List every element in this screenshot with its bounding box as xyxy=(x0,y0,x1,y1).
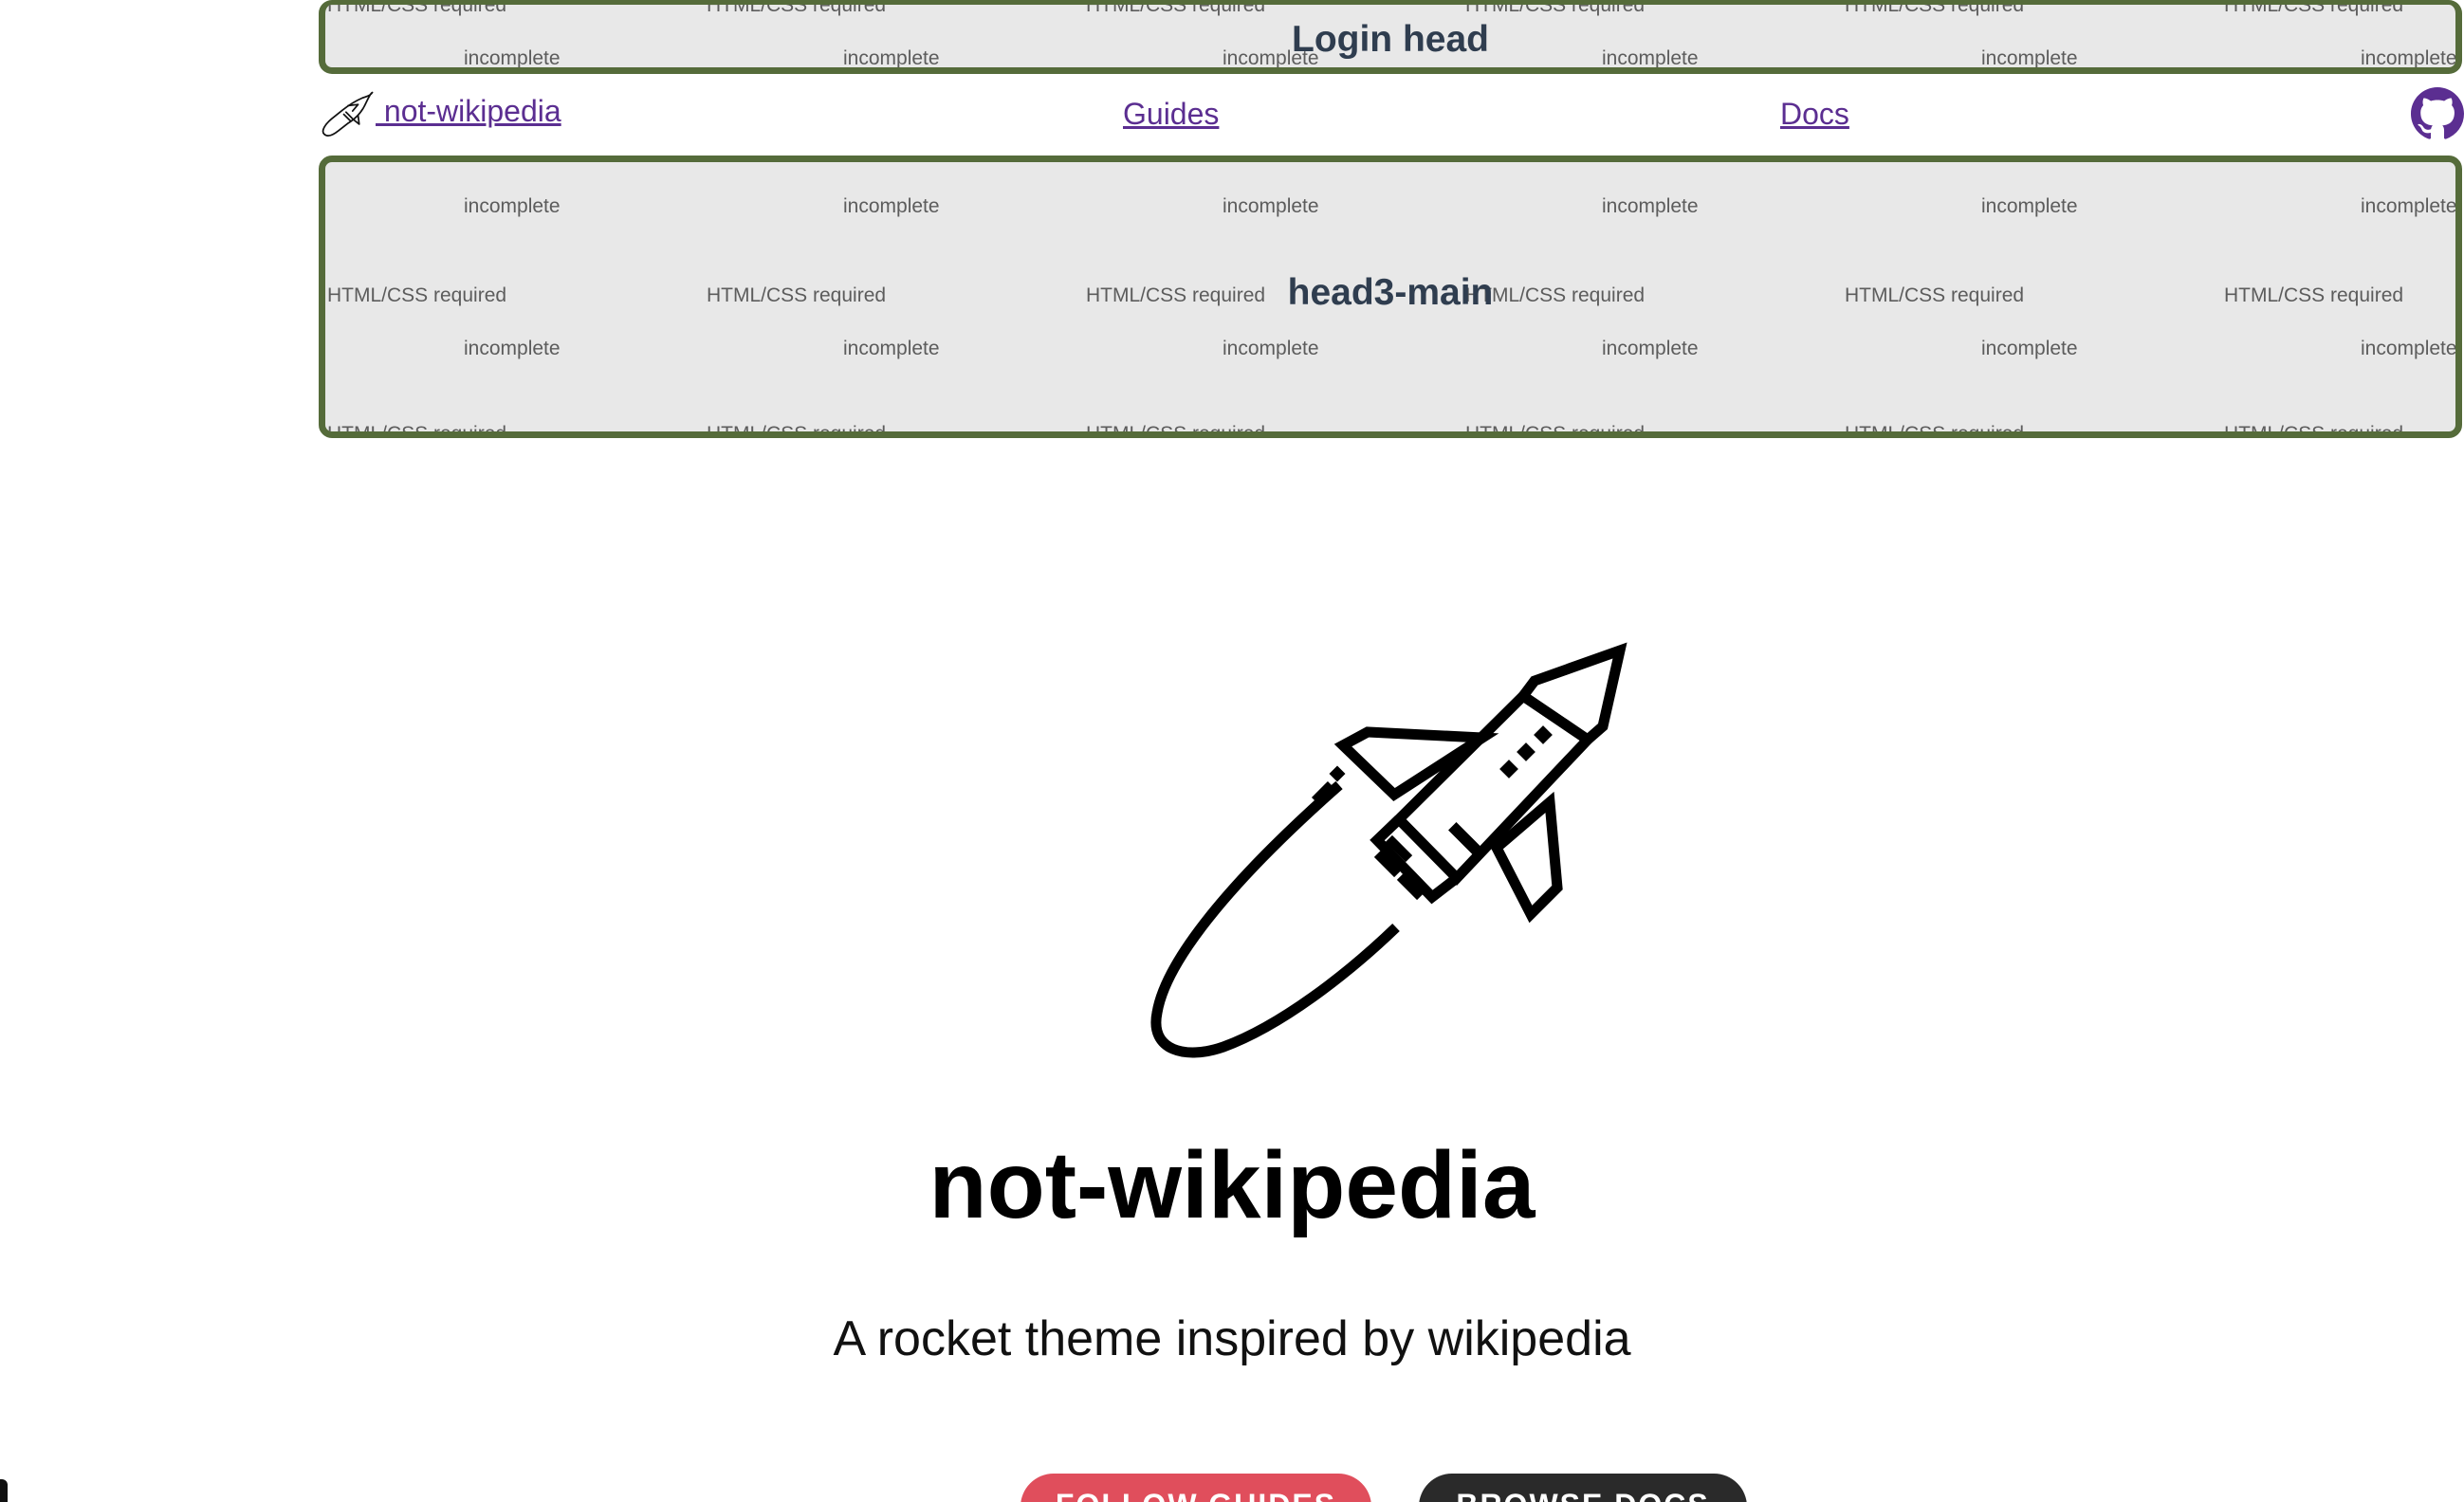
watermark-required-text: HTML/CSS required xyxy=(2224,423,2404,438)
watermark-incomplete-text: incomplete xyxy=(1223,195,1319,217)
watermark-incomplete-text: incomplete xyxy=(464,195,561,217)
watermark-required-text: HTML/CSS required xyxy=(1465,423,1646,438)
watermark-required-text: HTML/CSS required xyxy=(1086,0,1266,16)
watermark-required-text: HTML/CSS required xyxy=(1845,423,2025,438)
head3-main-placeholder: incomplete incomplete incomplete incomplete… xyxy=(319,156,2462,438)
watermark-incomplete-text: incomplete xyxy=(1602,338,1699,359)
watermark-required-text: HTML/CSS required xyxy=(1465,0,1646,16)
watermark-incomplete-text: incomplete xyxy=(1981,338,2078,359)
github-icon[interactable] xyxy=(2411,87,2464,140)
watermark-required-text: HTML/CSS required xyxy=(327,423,507,438)
hero-subtitle: A rocket theme inspired by wikipedia xyxy=(833,1311,1631,1366)
watermark-incomplete-text: incomplete xyxy=(843,195,940,217)
watermark-required-text: HTML/CSS required xyxy=(1086,423,1266,438)
login-head-placeholder: HTML/CSS required HTML/CSS required HTML/C… xyxy=(319,0,2462,74)
rocket-icon xyxy=(1150,642,1627,1058)
watermark-incomplete-text: incomplete xyxy=(464,338,561,359)
watermark-incomplete-text: incomplete xyxy=(843,338,940,359)
watermark-required-text: HTML/CSS required xyxy=(707,423,887,438)
login-head-title: Login head xyxy=(1292,19,1489,60)
watermark-required-text: HTML/CSS required xyxy=(2224,0,2404,16)
watermark-incomplete-text: incomplete xyxy=(1602,195,1699,217)
head3-main-title: head3-main xyxy=(1287,272,1494,313)
follow-guides-button[interactable]: FOLLOW GUIDES xyxy=(1021,1474,1371,1502)
browse-docs-button[interactable]: BROWSE DOCS xyxy=(1419,1474,1747,1502)
brand-label: not-wikipedia xyxy=(376,94,561,128)
watermark-incomplete-text: incomplete xyxy=(1223,338,1319,359)
watermark-required-text: HTML/CSS required xyxy=(707,0,887,16)
watermark-required-text: HTML/CSS required xyxy=(1845,0,2025,16)
rocket-icon xyxy=(322,91,374,137)
nav-guides-link[interactable]: Guides xyxy=(1123,99,1219,129)
brand-link[interactable]: not-wikipedia xyxy=(319,89,561,138)
watermark-incomplete-text: incomplete xyxy=(2361,338,2457,359)
watermark-incomplete-text: incomplete xyxy=(2361,195,2457,217)
hero-title: not-wikipedia xyxy=(929,1132,1535,1238)
page-edge xyxy=(0,1479,8,1502)
nav-docs-link[interactable]: Docs xyxy=(1780,99,1849,129)
watermark-incomplete-text: incomplete xyxy=(1981,195,2078,217)
watermark-required-text: HTML/CSS required xyxy=(327,0,507,16)
